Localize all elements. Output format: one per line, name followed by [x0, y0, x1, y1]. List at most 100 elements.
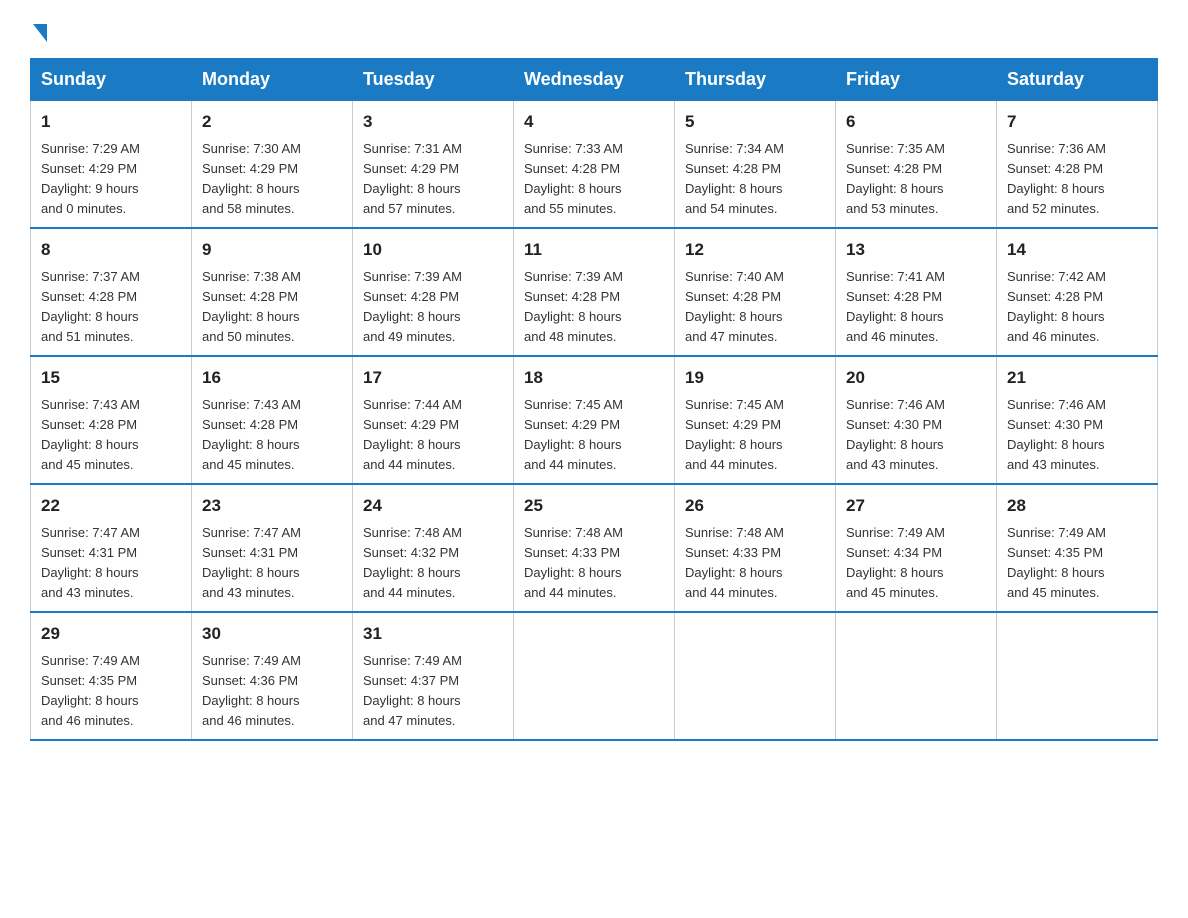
table-row: 29 Sunrise: 7:49 AM Sunset: 4:35 PM Dayl… — [31, 612, 192, 740]
day-number: 14 — [1007, 237, 1147, 263]
day-number: 28 — [1007, 493, 1147, 519]
table-row: 31 Sunrise: 7:49 AM Sunset: 4:37 PM Dayl… — [353, 612, 514, 740]
table-row: 12 Sunrise: 7:40 AM Sunset: 4:28 PM Dayl… — [675, 228, 836, 356]
table-row: 23 Sunrise: 7:47 AM Sunset: 4:31 PM Dayl… — [192, 484, 353, 612]
day-number: 22 — [41, 493, 181, 519]
col-header-saturday: Saturday — [997, 59, 1158, 101]
table-row: 4 Sunrise: 7:33 AM Sunset: 4:28 PM Dayli… — [514, 101, 675, 229]
day-number: 21 — [1007, 365, 1147, 391]
table-row — [514, 612, 675, 740]
day-number: 2 — [202, 109, 342, 135]
calendar-week-row: 29 Sunrise: 7:49 AM Sunset: 4:35 PM Dayl… — [31, 612, 1158, 740]
calendar-week-row: 8 Sunrise: 7:37 AM Sunset: 4:28 PM Dayli… — [31, 228, 1158, 356]
day-info: Sunrise: 7:29 AM Sunset: 4:29 PM Dayligh… — [41, 139, 181, 220]
table-row: 30 Sunrise: 7:49 AM Sunset: 4:36 PM Dayl… — [192, 612, 353, 740]
table-row: 11 Sunrise: 7:39 AM Sunset: 4:28 PM Dayl… — [514, 228, 675, 356]
table-row — [997, 612, 1158, 740]
day-info: Sunrise: 7:45 AM Sunset: 4:29 PM Dayligh… — [524, 395, 664, 476]
logo-arrow-icon — [33, 24, 47, 42]
day-number: 16 — [202, 365, 342, 391]
day-number: 18 — [524, 365, 664, 391]
day-number: 3 — [363, 109, 503, 135]
table-row: 13 Sunrise: 7:41 AM Sunset: 4:28 PM Dayl… — [836, 228, 997, 356]
calendar-week-row: 15 Sunrise: 7:43 AM Sunset: 4:28 PM Dayl… — [31, 356, 1158, 484]
day-info: Sunrise: 7:48 AM Sunset: 4:33 PM Dayligh… — [685, 523, 825, 604]
day-info: Sunrise: 7:47 AM Sunset: 4:31 PM Dayligh… — [41, 523, 181, 604]
day-info: Sunrise: 7:39 AM Sunset: 4:28 PM Dayligh… — [524, 267, 664, 348]
day-info: Sunrise: 7:48 AM Sunset: 4:33 PM Dayligh… — [524, 523, 664, 604]
day-number: 23 — [202, 493, 342, 519]
table-row: 17 Sunrise: 7:44 AM Sunset: 4:29 PM Dayl… — [353, 356, 514, 484]
day-number: 10 — [363, 237, 503, 263]
day-info: Sunrise: 7:47 AM Sunset: 4:31 PM Dayligh… — [202, 523, 342, 604]
day-info: Sunrise: 7:40 AM Sunset: 4:28 PM Dayligh… — [685, 267, 825, 348]
day-number: 8 — [41, 237, 181, 263]
day-info: Sunrise: 7:49 AM Sunset: 4:36 PM Dayligh… — [202, 651, 342, 732]
table-row: 15 Sunrise: 7:43 AM Sunset: 4:28 PM Dayl… — [31, 356, 192, 484]
day-info: Sunrise: 7:31 AM Sunset: 4:29 PM Dayligh… — [363, 139, 503, 220]
col-header-sunday: Sunday — [31, 59, 192, 101]
day-info: Sunrise: 7:37 AM Sunset: 4:28 PM Dayligh… — [41, 267, 181, 348]
table-row — [675, 612, 836, 740]
page-header — [30, 20, 1158, 40]
table-row: 28 Sunrise: 7:49 AM Sunset: 4:35 PM Dayl… — [997, 484, 1158, 612]
day-number: 7 — [1007, 109, 1147, 135]
table-row: 20 Sunrise: 7:46 AM Sunset: 4:30 PM Dayl… — [836, 356, 997, 484]
day-info: Sunrise: 7:44 AM Sunset: 4:29 PM Dayligh… — [363, 395, 503, 476]
day-number: 13 — [846, 237, 986, 263]
day-number: 29 — [41, 621, 181, 647]
day-number: 25 — [524, 493, 664, 519]
table-row: 21 Sunrise: 7:46 AM Sunset: 4:30 PM Dayl… — [997, 356, 1158, 484]
day-info: Sunrise: 7:42 AM Sunset: 4:28 PM Dayligh… — [1007, 267, 1147, 348]
day-number: 31 — [363, 621, 503, 647]
calendar-header-row: Sunday Monday Tuesday Wednesday Thursday… — [31, 59, 1158, 101]
day-number: 6 — [846, 109, 986, 135]
table-row: 6 Sunrise: 7:35 AM Sunset: 4:28 PM Dayli… — [836, 101, 997, 229]
table-row: 19 Sunrise: 7:45 AM Sunset: 4:29 PM Dayl… — [675, 356, 836, 484]
day-number: 26 — [685, 493, 825, 519]
day-info: Sunrise: 7:43 AM Sunset: 4:28 PM Dayligh… — [41, 395, 181, 476]
calendar-week-row: 1 Sunrise: 7:29 AM Sunset: 4:29 PM Dayli… — [31, 101, 1158, 229]
day-info: Sunrise: 7:41 AM Sunset: 4:28 PM Dayligh… — [846, 267, 986, 348]
table-row: 25 Sunrise: 7:48 AM Sunset: 4:33 PM Dayl… — [514, 484, 675, 612]
col-header-monday: Monday — [192, 59, 353, 101]
table-row: 22 Sunrise: 7:47 AM Sunset: 4:31 PM Dayl… — [31, 484, 192, 612]
day-number: 11 — [524, 237, 664, 263]
day-info: Sunrise: 7:38 AM Sunset: 4:28 PM Dayligh… — [202, 267, 342, 348]
table-row: 10 Sunrise: 7:39 AM Sunset: 4:28 PM Dayl… — [353, 228, 514, 356]
table-row: 9 Sunrise: 7:38 AM Sunset: 4:28 PM Dayli… — [192, 228, 353, 356]
table-row: 5 Sunrise: 7:34 AM Sunset: 4:28 PM Dayli… — [675, 101, 836, 229]
day-number: 17 — [363, 365, 503, 391]
day-info: Sunrise: 7:49 AM Sunset: 4:34 PM Dayligh… — [846, 523, 986, 604]
table-row: 3 Sunrise: 7:31 AM Sunset: 4:29 PM Dayli… — [353, 101, 514, 229]
col-header-friday: Friday — [836, 59, 997, 101]
day-info: Sunrise: 7:46 AM Sunset: 4:30 PM Dayligh… — [846, 395, 986, 476]
day-info: Sunrise: 7:48 AM Sunset: 4:32 PM Dayligh… — [363, 523, 503, 604]
day-number: 27 — [846, 493, 986, 519]
col-header-tuesday: Tuesday — [353, 59, 514, 101]
day-number: 30 — [202, 621, 342, 647]
day-number: 15 — [41, 365, 181, 391]
table-row: 18 Sunrise: 7:45 AM Sunset: 4:29 PM Dayl… — [514, 356, 675, 484]
table-row: 1 Sunrise: 7:29 AM Sunset: 4:29 PM Dayli… — [31, 101, 192, 229]
logo — [30, 20, 47, 40]
day-info: Sunrise: 7:46 AM Sunset: 4:30 PM Dayligh… — [1007, 395, 1147, 476]
day-info: Sunrise: 7:39 AM Sunset: 4:28 PM Dayligh… — [363, 267, 503, 348]
table-row: 16 Sunrise: 7:43 AM Sunset: 4:28 PM Dayl… — [192, 356, 353, 484]
calendar-table: Sunday Monday Tuesday Wednesday Thursday… — [30, 58, 1158, 741]
day-number: 20 — [846, 365, 986, 391]
day-number: 1 — [41, 109, 181, 135]
table-row: 8 Sunrise: 7:37 AM Sunset: 4:28 PM Dayli… — [31, 228, 192, 356]
day-number: 24 — [363, 493, 503, 519]
day-info: Sunrise: 7:33 AM Sunset: 4:28 PM Dayligh… — [524, 139, 664, 220]
table-row — [836, 612, 997, 740]
day-number: 9 — [202, 237, 342, 263]
col-header-thursday: Thursday — [675, 59, 836, 101]
day-info: Sunrise: 7:43 AM Sunset: 4:28 PM Dayligh… — [202, 395, 342, 476]
day-info: Sunrise: 7:49 AM Sunset: 4:35 PM Dayligh… — [1007, 523, 1147, 604]
table-row: 26 Sunrise: 7:48 AM Sunset: 4:33 PM Dayl… — [675, 484, 836, 612]
table-row: 14 Sunrise: 7:42 AM Sunset: 4:28 PM Dayl… — [997, 228, 1158, 356]
day-number: 4 — [524, 109, 664, 135]
table-row: 2 Sunrise: 7:30 AM Sunset: 4:29 PM Dayli… — [192, 101, 353, 229]
day-info: Sunrise: 7:30 AM Sunset: 4:29 PM Dayligh… — [202, 139, 342, 220]
